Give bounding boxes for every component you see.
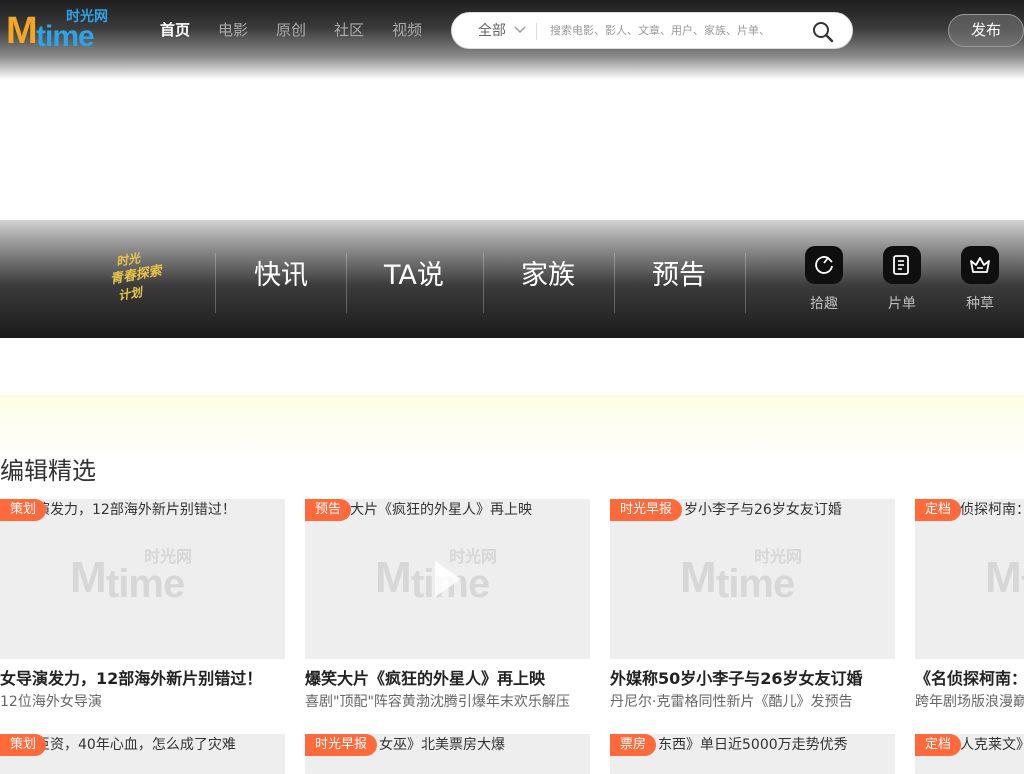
article-card[interactable]: 时光早报 女巫》北美票房大爆	[305, 734, 590, 774]
card-thumbnail[interactable]: 策划 演发力，12部海外新片别错过！ Mtime 时光网	[0, 499, 285, 659]
crown-icon	[970, 257, 990, 273]
card-subtitle: 12位海外女导演	[0, 694, 102, 710]
card-thumbnail[interactable]: 策划 巨资，40年心血，怎么成了灾难	[0, 734, 285, 774]
highlight-band	[0, 395, 1024, 465]
category-news[interactable]: 快讯	[254, 258, 308, 294]
nav-original[interactable]: 原创	[276, 20, 306, 40]
mtime-logo[interactable]: M time 时光网	[6, 9, 118, 53]
nav-video[interactable]: 视频	[392, 20, 422, 40]
icon-box	[805, 246, 843, 284]
nav-movies[interactable]: 电影	[218, 20, 248, 40]
play-icon[interactable]	[435, 561, 461, 597]
mtime-watermark: Mtime时光网	[985, 553, 1024, 607]
article-card[interactable]: 票房 东西》单日近5000万走势优秀	[610, 734, 895, 774]
article-card[interactable]: 时光早报 岁小李子与26岁女友订婚 Mtime 时光网 外媒称50岁小李子与26岁…	[610, 499, 895, 712]
card-tag: 定档	[915, 734, 962, 756]
article-card[interactable]: 策划 演发力，12部海外新片别错过！ Mtime 时光网 女导演发力，12部海外新…	[0, 499, 285, 712]
card-subtitle: 丹尼尔·克雷格同性新片《酷儿》发预告	[610, 694, 853, 710]
mtime-watermark: Mtime时光网	[680, 547, 803, 607]
card-title[interactable]: 爆笑大片《疯狂的外星人》再上映	[305, 668, 590, 690]
list-button[interactable]: 片单	[877, 246, 927, 313]
badge-line-3: 计划	[116, 285, 144, 303]
category-divider	[745, 253, 746, 313]
category-divider	[614, 253, 615, 313]
card-title[interactable]: 女导演发力，12部海外新片别错过！	[0, 668, 285, 690]
logo-cn: 时光网	[66, 9, 108, 25]
nav-community[interactable]: 社区	[334, 20, 364, 40]
moon-icon	[815, 256, 833, 274]
list-label: 片单	[888, 296, 916, 312]
article-card[interactable]: 预告 大片《疯狂的外星人》再上映 Mtime 时光网 爆笑大片《疯狂的外星人》再上…	[305, 499, 590, 712]
card-thumbnail[interactable]: 定档 侦探柯南： Mtime时光网	[915, 499, 1024, 659]
main-nav: 首页 电影 原创 社区 视频	[160, 20, 450, 40]
fun-label: 拾趣	[810, 296, 838, 312]
card-tag: 票房	[610, 734, 657, 756]
logo-m: M	[6, 10, 38, 52]
card-title[interactable]: 外媒称50岁小李子与26岁女友订婚	[610, 668, 895, 690]
search-category-select[interactable]: 全部	[478, 22, 506, 40]
search-box: 全部	[451, 12, 853, 49]
youth-plan-badge[interactable]: 时光 青春探索 计划	[104, 248, 188, 308]
card-thumbnail[interactable]: 票房 东西》单日近5000万走势优秀	[610, 734, 895, 774]
list-icon	[893, 255, 909, 275]
card-tag: 时光早报	[610, 499, 683, 521]
article-card[interactable]: 定档 侦探柯南： Mtime时光网 《名侦探柯南： 跨年剧场版浪漫巅	[915, 499, 1024, 712]
category-divider	[483, 253, 484, 313]
top-bar: M time 时光网 首页 电影 原创 社区 视频 全部 发布	[0, 0, 1024, 80]
card-tag: 时光早报	[305, 734, 378, 756]
card-tag: 预告	[305, 499, 352, 521]
icon-box	[961, 246, 999, 284]
article-card[interactable]: 定档 人克莱文》	[915, 734, 1024, 774]
card-thumbnail[interactable]: 定档 人克莱文》	[915, 734, 1024, 774]
logo-time: time	[36, 20, 95, 53]
card-subtitle: 喜剧"顶配"阵容黄渤沈腾引爆年末欢乐解压	[305, 694, 570, 710]
card-thumbnail[interactable]: 时光早报 女巫》北美票房大爆	[305, 734, 590, 774]
category-trailer[interactable]: 预告	[652, 258, 706, 294]
nav-home[interactable]: 首页	[160, 20, 190, 40]
publish-button[interactable]: 发布	[948, 14, 1024, 47]
icon-box	[883, 246, 921, 284]
search-divider	[536, 23, 537, 40]
category-divider	[215, 253, 216, 313]
card-thumbnail[interactable]: 预告 大片《疯狂的外星人》再上映 Mtime 时光网	[305, 499, 590, 659]
badge-line-1: 时光	[114, 251, 142, 269]
recommend-label: 种草	[966, 296, 994, 312]
card-tag: 策划	[0, 734, 47, 756]
mtime-watermark: Mtime时光网	[70, 547, 193, 607]
category-divider	[346, 253, 347, 313]
card-title[interactable]: 《名侦探柯南：	[915, 668, 1024, 690]
card-subtitle: 跨年剧场版浪漫巅	[915, 694, 1024, 710]
recommend-button[interactable]: 种草	[955, 246, 1005, 313]
category-ta-says[interactable]: TA说	[384, 258, 444, 294]
fun-button[interactable]: 拾趣	[799, 246, 849, 313]
search-icon[interactable]	[812, 21, 834, 43]
chevron-down-icon[interactable]	[514, 24, 526, 36]
category-family[interactable]: 家族	[521, 258, 575, 294]
search-input[interactable]	[550, 21, 800, 41]
card-tag: 策划	[0, 499, 47, 521]
card-thumbnail[interactable]: 时光早报 岁小李子与26岁女友订婚 Mtime 时光网	[610, 499, 895, 659]
card-tag: 定档	[915, 499, 962, 521]
category-bar: 时光 青春探索 计划 快讯 TA说 家族 预告 拾趣 片单 种草	[0, 220, 1024, 338]
article-card[interactable]: 策划 巨资，40年心血，怎么成了灾难	[0, 734, 285, 774]
section-title: 编辑精选	[0, 457, 96, 485]
